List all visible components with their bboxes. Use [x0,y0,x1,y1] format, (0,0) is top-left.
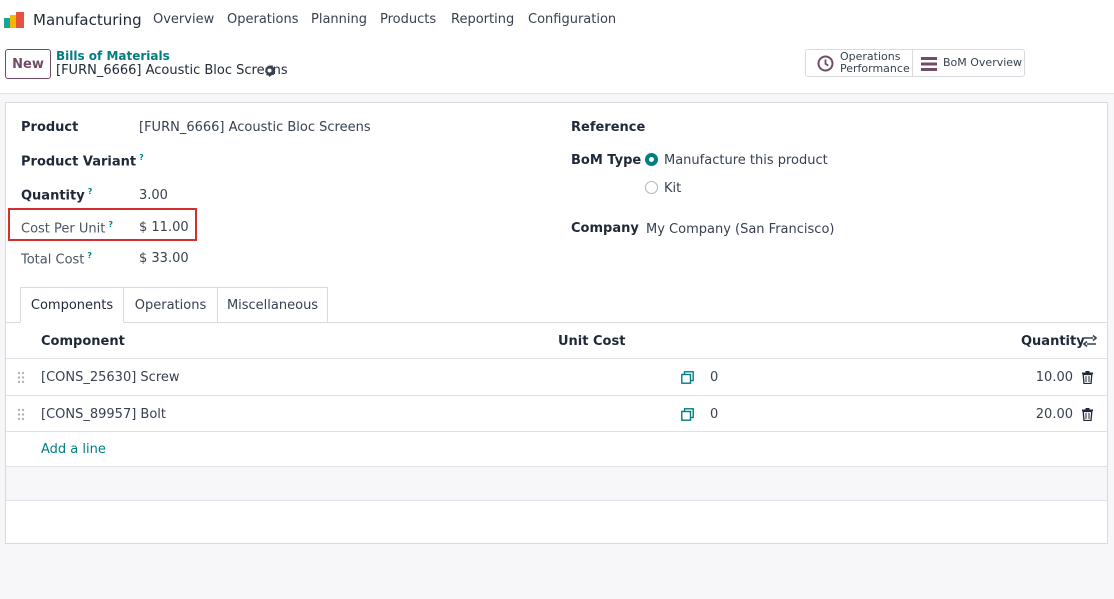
help-tooltip-icon[interactable]: ? [87,251,92,260]
product-variant-label: Product Variant? [21,153,144,170]
reference-field[interactable] [646,117,1086,139]
breadcrumb-bills-of-materials[interactable]: Bills of Materials [56,49,170,63]
copy-icon[interactable] [681,408,694,421]
control-panel: New Bills of Materials [FURN_6666] Acous… [0,41,1114,94]
quantity-field[interactable]: 3.00 [139,188,168,203]
radio-kit[interactable] [645,181,658,194]
column-header-component[interactable]: Component [41,334,125,349]
trash-icon[interactable] [1082,371,1093,384]
bars-icon [921,57,937,71]
bom-overview-button[interactable]: BoM Overview [913,50,1024,76]
table-header: Component Unit Cost Quantity [6,323,1107,359]
cell-component[interactable]: [CONS_89957] Bolt [41,407,166,422]
manufacturing-app-icon[interactable] [4,12,26,28]
copy-icon[interactable] [681,371,694,384]
bom-overview-label: BoM Overview [943,56,1023,69]
quantity-label: Quantity? [21,187,93,204]
menu-operations[interactable]: Operations [227,12,298,27]
trash-icon[interactable] [1082,408,1093,421]
add-a-line-link[interactable]: Add a line [41,442,106,457]
menu-planning[interactable]: Planning [311,12,367,27]
product-variant-field[interactable] [139,150,389,172]
cell-quantity[interactable]: 10.00 [1036,370,1073,385]
company-field[interactable]: My Company (San Francisco) [646,222,834,237]
cell-unit-cost: 0 [710,407,719,422]
column-header-unit-cost[interactable]: Unit Cost [558,334,625,349]
add-line-row: Add a line [6,432,1107,466]
total-cost-value: $ 33.00 [139,251,189,266]
cell-quantity[interactable]: 20.00 [1036,407,1073,422]
app-name[interactable]: Manufacturing [33,11,142,29]
record-title: [FURN_6666] Acoustic Bloc Screens [56,63,288,78]
bom-type-label: BoM Type [571,153,642,168]
product-label: Product [21,120,79,135]
table-footer-row [6,466,1107,501]
menu-overview[interactable]: Overview [153,12,214,27]
column-header-quantity[interactable]: Quantity [1021,334,1085,349]
total-cost-label: Total Cost? [21,251,93,268]
menu-configuration[interactable]: Configuration [528,12,616,27]
smart-buttons: Operations Performance BoM Overview [805,49,1025,77]
top-navbar: Manufacturing Overview Operations Planni… [0,0,1114,41]
company-label: Company [571,221,639,236]
drag-handle-icon[interactable] [17,371,25,384]
cost-per-unit-value: $ 11.00 [139,220,189,235]
help-tooltip-icon[interactable]: ? [88,187,93,196]
menu-reporting[interactable]: Reporting [451,12,514,27]
product-field[interactable]: [FURN_6666] Acoustic Bloc Screens [139,120,371,135]
notebook-tabs: Components Operations Miscellaneous [20,287,328,323]
reference-label: Reference [571,120,646,135]
new-button[interactable]: New [5,49,51,79]
cell-component[interactable]: [CONS_25630] Screw [41,370,180,385]
tab-components[interactable]: Components [20,287,124,323]
cell-unit-cost: 0 [710,370,719,385]
table-row[interactable]: [CONS_89957] Bolt 0 20.00 [6,396,1107,432]
tab-miscellaneous[interactable]: Miscellaneous [217,287,328,323]
operations-performance-button[interactable]: Operations Performance [806,50,913,76]
ops-perf-label-line2: Performance [840,62,910,75]
clock-icon [817,55,834,72]
optional-columns-icon[interactable] [1083,334,1097,348]
table-row[interactable]: [CONS_25630] Screw 0 10.00 [6,359,1107,396]
menu-products[interactable]: Products [380,12,436,27]
bom-type-option-kit[interactable]: Kit [664,181,681,196]
gear-icon[interactable] [263,64,276,77]
bom-type-option-manufacture[interactable]: Manufacture this product [664,153,828,168]
cost-per-unit-label: Cost Per Unit? [21,220,113,237]
radio-manufacture[interactable] [645,153,658,166]
drag-handle-icon[interactable] [17,408,25,421]
help-tooltip-icon[interactable]: ? [108,220,113,229]
tab-operations[interactable]: Operations [123,287,218,323]
